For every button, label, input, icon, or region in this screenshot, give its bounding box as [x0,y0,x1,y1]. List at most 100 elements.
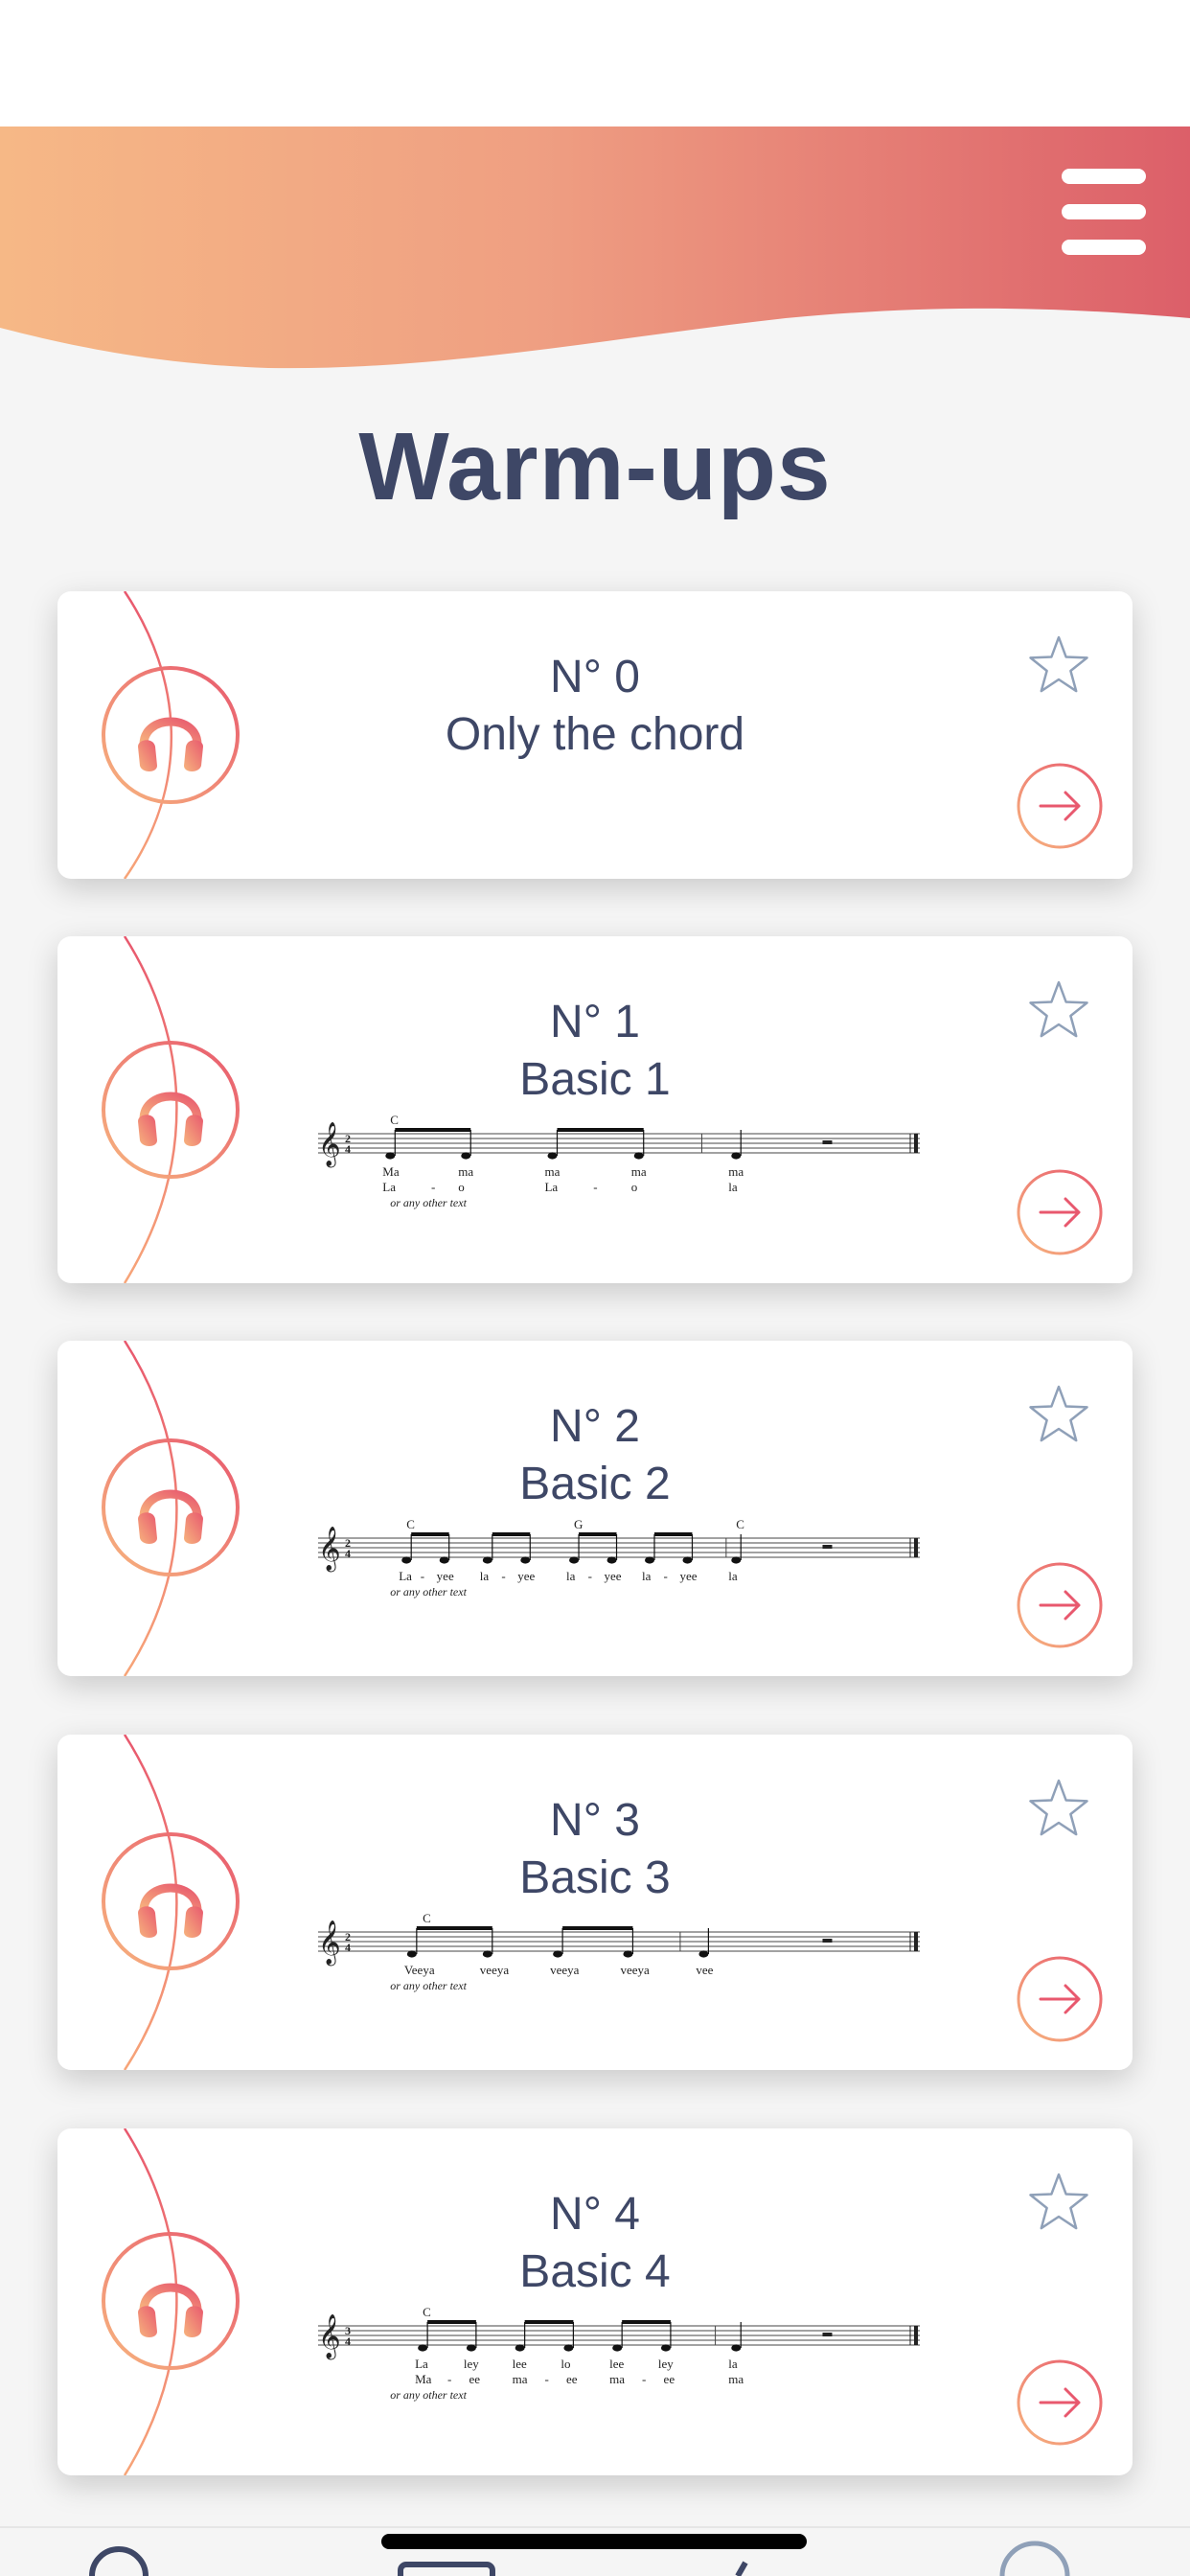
note-head [731,1152,742,1160]
warmup-name: Basic 2 [519,1459,671,1509]
tab-icon-partial[interactable] [735,2561,748,2576]
lyric-syllable: la [728,1180,738,1194]
note-head [731,1556,742,1564]
time-signature-bottom: 4 [345,2334,351,2348]
chord-label: C [736,1517,744,1531]
lyric-syllable: Veeya [404,1963,435,1977]
arrow-right-circle-icon[interactable] [1016,1168,1104,1256]
lyric-note: or any other text [390,1196,467,1209]
star-outline-icon[interactable] [1025,977,1092,1044]
warmup-card-0[interactable]: N° 0 Only the chord [57,591,1133,879]
warmup-name: Only the chord [445,709,745,760]
warmup-name: Basic 4 [519,2246,671,2297]
lyric-syllable: veeya [550,1963,580,1977]
note-head [553,1950,563,1958]
warmup-name: Basic 3 [519,1852,671,1903]
arrow-right-circle-icon[interactable] [1016,2358,1104,2447]
tab-icon-partial[interactable] [89,2546,149,2576]
time-signature-bottom: 4 [345,1142,351,1156]
lyric-syllable: la [642,1569,652,1583]
lyric-syllable: ma [513,2372,528,2386]
warmup-number: N° 4 [550,2189,640,2240]
treble-clef-icon: 𝄞 [318,2314,341,2360]
lyric-syllable: la [728,1569,738,1583]
lyric-syllable: - [642,2372,646,2386]
star-outline-icon[interactable] [1025,2169,1092,2236]
sheet-music: 𝄞 24CMa ma ma ma maLa - o La - o laor any other tex… [318,1113,920,1209]
warmup-name: Basic 1 [519,1054,671,1105]
note-head [563,2344,574,2352]
sheet-music: 𝄞 24CVeeya veeya veeya veeya veeor any other … [318,1911,920,1992]
star-outline-icon[interactable] [1025,1775,1092,1842]
lyric-syllable: lee [513,2357,527,2371]
lyric-syllable: - [447,2372,451,2386]
note-head [461,1152,471,1160]
rest-icon [822,2333,833,2336]
lyric-syllable: o [458,1180,465,1194]
lyric-syllable: - [588,1569,592,1583]
page-title: Warm-ups [358,413,832,520]
header-banner [0,126,1190,376]
sheet-music: 𝄞 24C G CLa - yee la - yee la - yee la - yee laor any o… [318,1517,920,1598]
chord-label: G [574,1517,583,1531]
note-head [401,1556,412,1564]
warmup-number: N° 1 [550,997,640,1047]
star-outline-icon[interactable] [1025,1381,1092,1448]
lyric-syllable: - [501,1569,505,1583]
note-head [660,2344,671,2352]
lyric-syllable: la [566,1569,576,1583]
chord-label: C [390,1113,399,1127]
rest-icon [822,1939,833,1943]
lyric-note: or any other text [390,2388,467,2402]
lyric-syllable: ma [609,2372,625,2386]
lyric-syllable: - [544,2372,548,2386]
lyric-syllable: ee [664,2372,675,2386]
star-outline-icon[interactable] [1025,632,1092,699]
lyric-syllable: ee [469,2372,481,2386]
warmup-card-4[interactable]: N° 4 Basic 4 𝄞 3 4 C La ley lee lo lee ley la Ma - ee… [57,2128,1133,2475]
lyric-syllable: ma [728,2372,744,2386]
note-head [520,1556,531,1564]
menu-button[interactable] [1062,169,1146,255]
note-head [612,2344,623,2352]
lyric-syllable: ley [464,2357,479,2371]
lyric-note: or any other text [390,1979,467,1992]
lyric-syllable: - [421,1569,424,1583]
arrow-right-circle-icon[interactable] [1016,1955,1104,2043]
lyric-syllable: La [415,2357,428,2371]
sheet-music: 𝄞 34CLa ley lee lo lee ley laMa - ee ma - ee ma - ee mao… [318,2305,920,2402]
chord-label: C [406,1517,415,1531]
treble-clef-icon: 𝄞 [318,1527,341,1573]
lyric-syllable: ma [544,1164,560,1179]
tab-icon-partial[interactable] [398,2562,495,2576]
lyric-syllable: yee [437,1569,454,1583]
rest-icon [822,1545,833,1549]
lyric-note: or any other text [390,1585,467,1598]
note-head [466,2344,476,2352]
lyric-syllable: ma [728,1164,744,1179]
note-head [623,1950,633,1958]
tab-icon-partial[interactable] [999,2541,1070,2576]
warmup-card-3[interactable]: N° 3 Basic 3 𝄞 2 4 C Veeya veeya veeya veeya vee… [57,1735,1133,2070]
warmup-card-1[interactable]: N° 1 Basic 1 𝄞 2 4 C Ma ma ma ma ma La - o La - o la or … [57,936,1133,1283]
lyric-syllable: veeya [480,1963,510,1977]
warmup-card-2[interactable]: N° 2 Basic 2 𝄞 2 4 C G C La - yee la - yee la - yee la -… [57,1341,1133,1676]
warmup-number: N° 3 [550,1795,640,1846]
time-signature-bottom: 4 [345,1941,351,1954]
lyric-syllable: Ma [415,2372,432,2386]
lyric-syllable: yee [517,1569,535,1583]
arrow-right-circle-icon[interactable] [1016,1561,1104,1649]
note-head [645,1556,654,1564]
note-head [698,1950,709,1958]
warmup-number: N° 2 [550,1401,640,1452]
arrow-right-circle-icon[interactable] [1016,762,1104,850]
lyric-syllable: Ma [382,1164,400,1179]
lyric-syllable: lo [561,2357,570,2371]
lyric-syllable: lee [609,2357,624,2371]
lyric-syllable: - [431,1180,435,1194]
treble-clef-icon: 𝄞 [318,1122,341,1168]
warmup-number: N° 0 [550,652,640,702]
time-signature-bottom: 4 [345,1547,351,1560]
note-head [731,2344,742,2352]
lyric-syllable: ma [458,1164,473,1179]
